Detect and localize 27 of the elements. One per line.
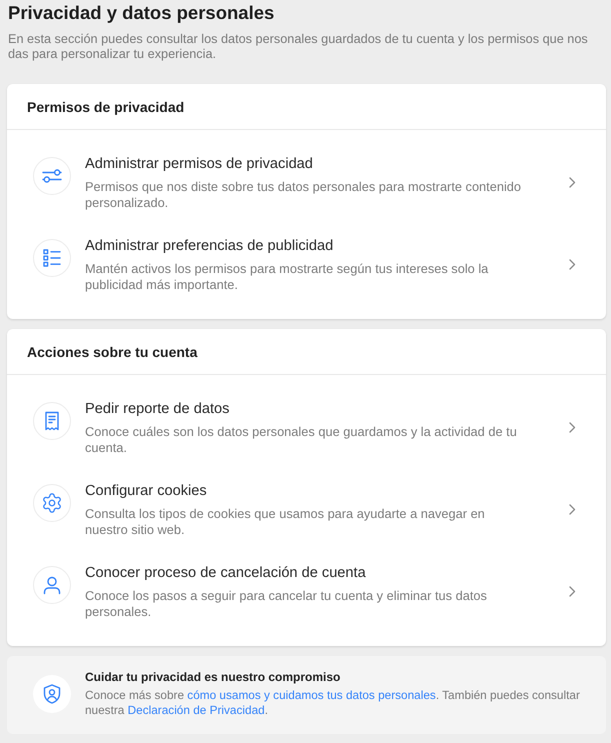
option-title[interactable]: Conocer proceso de cancelación de cuenta [85,563,529,583]
page-description: En esta sección puedes consultar los datos personales guardados de tu cuenta y los permisos que nos das para personalizar tu experiencia. [8,32,589,62]
info-text: Conoce más sobre cómo usamos y cuidamos tus datos personales. También puedes consultar nuestra Declaración de Privacidad. [85,688,581,718]
option-title[interactable]: Configurar cookies [85,481,529,501]
option-description: Permisos que nos diste sobre tus datos personales para mostrarte contenido personalizado. [85,179,522,211]
section-title: Permisos de privacidad [7,84,606,130]
sliders-icon [33,157,71,195]
option-title[interactable]: Administrar preferencias de publicidad [85,236,529,256]
section-title: Acciones sobre tu cuenta [7,329,606,375]
chevron-right-icon[interactable] [569,422,576,433]
chevron-right-icon[interactable] [569,259,576,270]
receipt-icon [33,402,71,440]
option-description: Conoce cuáles son los datos personales que guardamos y la actividad de tu cuenta. [85,424,518,456]
option-title[interactable]: Pedir reporte de datos [85,399,529,419]
user-icon [33,566,71,604]
option-description: Consulta los tipos de cookies que usamos para ayudarte a navegar en nuestro sitio web. [85,506,486,538]
option-description: Mantén activos los permisos para mostrarte según tus intereses solo la publicidad más importante. [85,261,490,293]
option-title[interactable]: Administrar permisos de privacidad [85,154,529,174]
gear-icon [33,484,71,522]
chevron-right-icon[interactable] [569,177,576,188]
option-description: Conoce los pasos a seguir para cancelar tu cuenta y eliminar tus datos personales. [85,588,488,620]
chevron-right-icon[interactable] [569,586,576,597]
chevron-right-icon[interactable] [569,504,576,515]
list-icon [33,239,71,277]
info-title: Cuidar tu privacidad es nuestro compromiso [85,670,342,685]
page-title: Privacidad y datos personales [8,1,276,25]
shield-user-icon [33,675,71,713]
